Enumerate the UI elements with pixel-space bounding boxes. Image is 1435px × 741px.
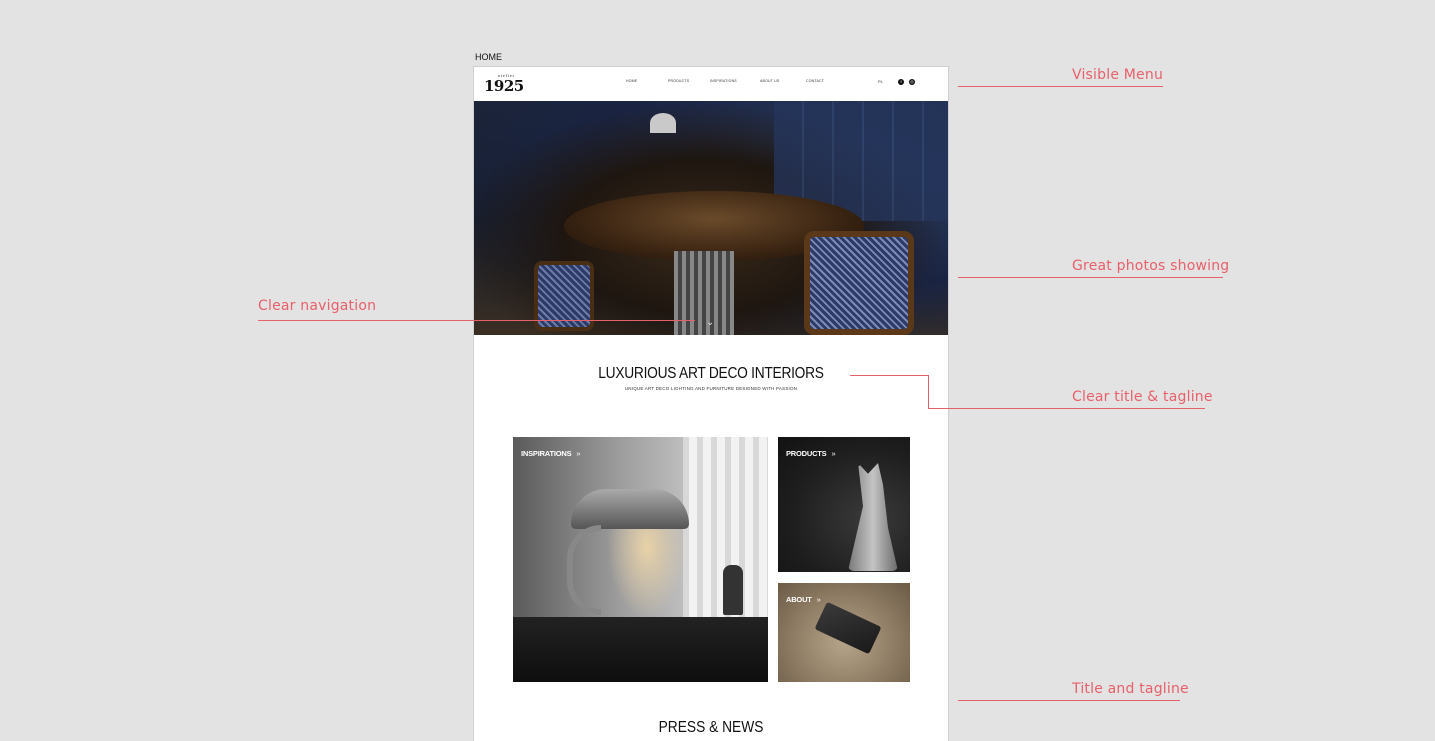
stamp-image [814, 601, 882, 655]
lamp-arc-image [567, 525, 601, 615]
logo-main-text: 1925 [484, 77, 524, 95]
cat-sculpture-image [848, 463, 898, 571]
chevron-down-icon[interactable]: ⌄ [706, 317, 714, 328]
top-navigation: atelier 1925 HOME PRODUCTS INSPIRATIONS … [474, 67, 948, 101]
double-chevron-right-icon: » [831, 449, 836, 458]
annotation-line [928, 375, 929, 408]
menu-item-contact[interactable]: CONTACT [806, 79, 824, 83]
lamp-glow [607, 529, 687, 619]
lamp-shade-image [571, 489, 689, 529]
tile-about-label: ABOUT» [786, 595, 821, 604]
chair-right [804, 231, 914, 335]
website-mockup: atelier 1925 HOME PRODUCTS INSPIRATIONS … [473, 66, 949, 741]
annotation-clear-navigation: Clear navigation [258, 298, 377, 314]
menu-item-products[interactable]: PRODUCTS [668, 79, 689, 83]
annotation-line [958, 700, 1180, 701]
tile-inspirations-label: INSPIRATIONS» [521, 449, 581, 458]
annotation-line [928, 408, 958, 409]
brand-logo[interactable]: atelier 1925 [484, 73, 524, 95]
menu-item-inspirations[interactable]: INSPIRATIONS [710, 79, 737, 83]
annotation-line [958, 86, 1163, 87]
page-tagline: UNIQUE ART DECO LIGHTING AND FURNITURE D… [624, 386, 798, 391]
menu-item-about-us[interactable]: ABOUT US [760, 79, 779, 83]
press-news-heading: PRESS & NEWS [658, 719, 764, 736]
statue-image [723, 565, 743, 615]
table-lamp [650, 113, 676, 133]
tile-products-label: PRODUCTS» [786, 449, 836, 458]
annotation-clear-title: Clear title & tagline [1072, 389, 1213, 405]
tile-products[interactable]: PRODUCTS» [778, 437, 910, 572]
tile-about[interactable]: ABOUT» [778, 583, 910, 682]
double-chevron-right-icon: » [576, 449, 581, 458]
page-label: HOME [475, 52, 502, 62]
presentation-canvas: HOME atelier 1925 HOME PRODUCTS INSPIRAT… [0, 0, 1435, 741]
annotation-title-tagline: Title and tagline [1072, 681, 1189, 697]
language-switch[interactable]: PL [878, 79, 883, 84]
annotation-line [258, 320, 695, 321]
hero-image: ⌄ [474, 101, 948, 335]
facebook-icon[interactable]: f [898, 79, 904, 85]
menu-item-home[interactable]: HOME [626, 79, 637, 83]
annotation-visible-menu: Visible Menu [1072, 67, 1164, 83]
table-pedestal [674, 251, 734, 335]
annotation-line [850, 375, 928, 376]
tile-inspirations[interactable]: INSPIRATIONS» [513, 437, 768, 682]
page-title: LUXURIOUS ART DECO INTERIORS [598, 365, 824, 382]
annotation-great-photos: Great photos showing [1072, 258, 1230, 274]
annotation-line [958, 408, 1205, 409]
double-chevron-right-icon: » [816, 595, 821, 604]
table-surface-image [513, 617, 768, 682]
instagram-icon[interactable]: ◎ [909, 79, 915, 85]
annotation-line [958, 277, 1223, 278]
